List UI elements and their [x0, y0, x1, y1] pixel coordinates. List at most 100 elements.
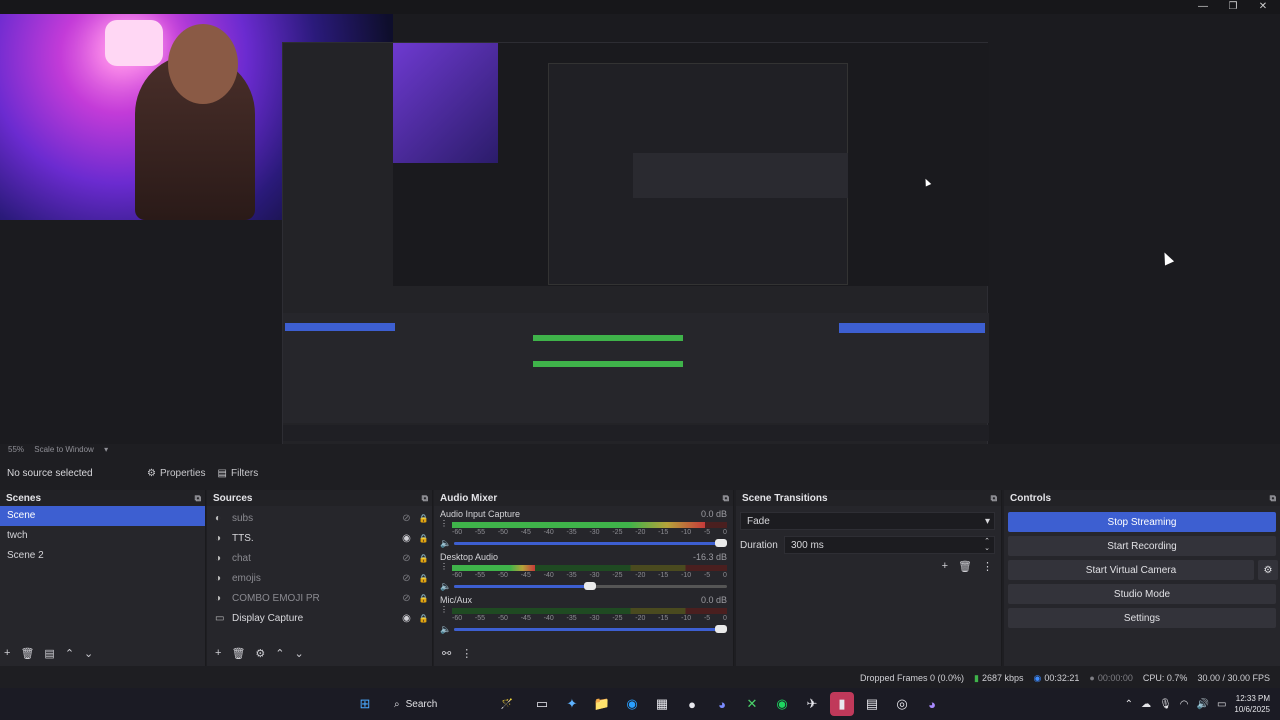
trash-icon[interactable]: 🗑 — [958, 560, 972, 573]
stop-streaming-button[interactable]: Stop Streaming — [1008, 512, 1276, 532]
volume-icon[interactable]: 🔊 — [1197, 699, 1209, 710]
steam-icon[interactable]: ✈ — [800, 692, 824, 716]
spotify-icon[interactable]: ◉ — [770, 692, 794, 716]
settings-button[interactable]: Settings — [1008, 608, 1276, 628]
mic-icon[interactable]: 🎙 — [1159, 699, 1172, 710]
add-icon[interactable]: + — [4, 647, 10, 660]
duration-spinbox[interactable]: 300 ms ⌃ ⌄ — [784, 536, 995, 554]
lock-icon[interactable]: 🔒 — [415, 514, 432, 523]
lock-icon[interactable]: 🔒 — [415, 554, 432, 563]
transition-select[interactable]: Fade ▾ — [740, 512, 995, 530]
lock-icon[interactable]: 🔒 — [415, 614, 432, 623]
scale-tick: -55 — [474, 529, 486, 536]
volume-slider[interactable] — [454, 582, 727, 590]
scene-item[interactable]: Scene — [0, 506, 205, 526]
more-icon[interactable]: ⋮ — [440, 562, 448, 571]
store-icon[interactable]: ▦ — [650, 692, 674, 716]
xbox-icon[interactable]: ✕ — [740, 692, 764, 716]
studio-mode-button[interactable]: Studio Mode — [1008, 584, 1276, 604]
file-explorer-icon[interactable]: 📁 — [590, 692, 614, 716]
wifi-icon[interactable]: ◠ — [1180, 699, 1189, 710]
meter-scale: -60 -55 -50 -45 -40 -35 -30 -25 -20 -15 -10 -5 0 — [452, 529, 727, 536]
filter-icon[interactable]: ▤ — [44, 647, 54, 660]
discord-icon[interactable]: ◕ — [710, 692, 734, 716]
preview-canvas[interactable] — [0, 14, 1280, 452]
popout-icon[interactable]: ⧉ — [195, 493, 201, 504]
properties-button[interactable]: ⚙ Properties — [147, 468, 206, 479]
popout-icon[interactable]: ⧉ — [991, 493, 997, 504]
chevron-down-icon[interactable]: ▾ — [104, 445, 108, 454]
obs-icon[interactable]: ◎ — [890, 692, 914, 716]
messenger-icon[interactable]: ◕ — [920, 692, 944, 716]
more-icon[interactable]: ⋮ — [440, 605, 448, 614]
close-button[interactable]: ✕ — [1248, 0, 1278, 14]
battery-icon[interactable]: ▭ — [1217, 699, 1226, 710]
eye-hidden-icon[interactable]: ⊘ — [398, 573, 415, 584]
scene-item[interactable]: twch — [0, 526, 205, 546]
speaker-icon[interactable]: 🔈 — [440, 581, 451, 592]
trash-icon[interactable]: 🗑 — [20, 647, 34, 660]
filters-button[interactable]: ▤ Filters — [218, 468, 259, 479]
app-icon-red[interactable]: ▮ — [830, 692, 854, 716]
eye-hidden-icon[interactable]: ⊘ — [398, 593, 415, 604]
chevron-up-icon[interactable]: ⌃ — [65, 647, 74, 660]
scale-tick: -50 — [497, 572, 508, 579]
volume-slider[interactable] — [454, 539, 727, 547]
lock-icon[interactable]: 🔒 — [415, 594, 432, 603]
stream-icon: ◉ — [1033, 672, 1042, 683]
minimize-button[interactable]: — — [1188, 0, 1218, 14]
taskbar-search[interactable]: ⌕ Search 🪄 — [386, 692, 521, 716]
chevron-down-icon[interactable]: ⌄ — [295, 647, 304, 660]
clock[interactable]: 12:33 PM 10/6/2025 — [1234, 693, 1270, 715]
start-virtual-camera-button[interactable]: Start Virtual Camera ⚙ — [1008, 560, 1278, 580]
app-icon[interactable]: ● — [680, 692, 704, 716]
gear-icon[interactable]: ⚙ — [255, 647, 265, 660]
source-item[interactable]: ◑ TTS. ◉ 🔒 — [207, 528, 432, 548]
media-icon[interactable]: ▤ — [860, 692, 884, 716]
source-item[interactable]: ◑ emojis ⊘ 🔒 — [207, 568, 432, 588]
scale-tick: -20 — [635, 572, 646, 579]
add-icon[interactable]: + — [215, 647, 221, 660]
zoom-level[interactable]: 55% — [8, 445, 24, 454]
eye-icon[interactable]: ◉ — [398, 533, 415, 544]
lock-icon[interactable]: 🔒 — [415, 534, 432, 543]
more-icon[interactable]: ⋮ — [440, 519, 448, 528]
volume-knob[interactable] — [583, 582, 596, 590]
maximize-button[interactable]: ❐ — [1218, 0, 1248, 14]
lock-icon[interactable]: 🔒 — [415, 574, 432, 583]
source-item[interactable]: ◐ subs ⊘ 🔒 — [207, 508, 432, 528]
source-item[interactable]: ◑ COMBO EMOJI PR ⊘ 🔒 — [207, 588, 432, 608]
copilot-icon[interactable]: ✦ — [560, 692, 584, 716]
scale-mode[interactable]: Scale to Window — [34, 445, 94, 454]
eye-hidden-icon[interactable]: ⊘ — [398, 553, 415, 564]
more-icon[interactable]: ⋮ — [982, 560, 993, 573]
windows-start-icon[interactable]: ⊞ — [353, 692, 377, 716]
scene-item[interactable]: Scene 2 — [0, 546, 205, 566]
edge-icon[interactable]: ◉ — [620, 692, 644, 716]
channel-name: Desktop Audio — [440, 552, 499, 562]
chevron-up-icon[interactable]: ⌃ — [275, 647, 284, 660]
link-icon[interactable]: ⚯ — [442, 647, 451, 660]
start-recording-button[interactable]: Start Recording — [1008, 536, 1276, 556]
speaker-icon[interactable]: 🔈 — [440, 624, 451, 635]
more-icon[interactable]: ⋮ — [461, 647, 472, 660]
cloud-icon[interactable]: ☁ — [1141, 699, 1151, 710]
chevron-up-icon[interactable]: ⌃ — [1125, 699, 1133, 710]
volume-knob[interactable] — [715, 539, 727, 547]
trash-icon[interactable]: 🗑 — [231, 647, 245, 660]
volume-knob[interactable] — [715, 625, 727, 633]
eye-hidden-icon[interactable]: ⊘ — [398, 513, 415, 524]
popout-icon[interactable]: ⧉ — [422, 493, 428, 504]
chevron-down-icon[interactable]: ⌄ — [84, 647, 93, 660]
add-icon[interactable]: + — [942, 560, 948, 573]
source-item[interactable]: ▭ Display Capture ◉ 🔒 — [207, 608, 432, 628]
stepper-icon[interactable]: ⌃ ⌄ — [984, 538, 990, 552]
task-view-icon[interactable]: ▭ — [530, 692, 554, 716]
eye-icon[interactable]: ◉ — [398, 613, 415, 624]
volume-slider[interactable] — [454, 625, 727, 633]
popout-icon[interactable]: ⧉ — [1270, 493, 1276, 504]
gear-icon[interactable]: ⚙ — [1258, 560, 1278, 580]
source-item[interactable]: ◑ chat ⊘ 🔒 — [207, 548, 432, 568]
speaker-icon[interactable]: 🔈 — [440, 538, 451, 549]
popout-icon[interactable]: ⧉ — [723, 493, 729, 504]
